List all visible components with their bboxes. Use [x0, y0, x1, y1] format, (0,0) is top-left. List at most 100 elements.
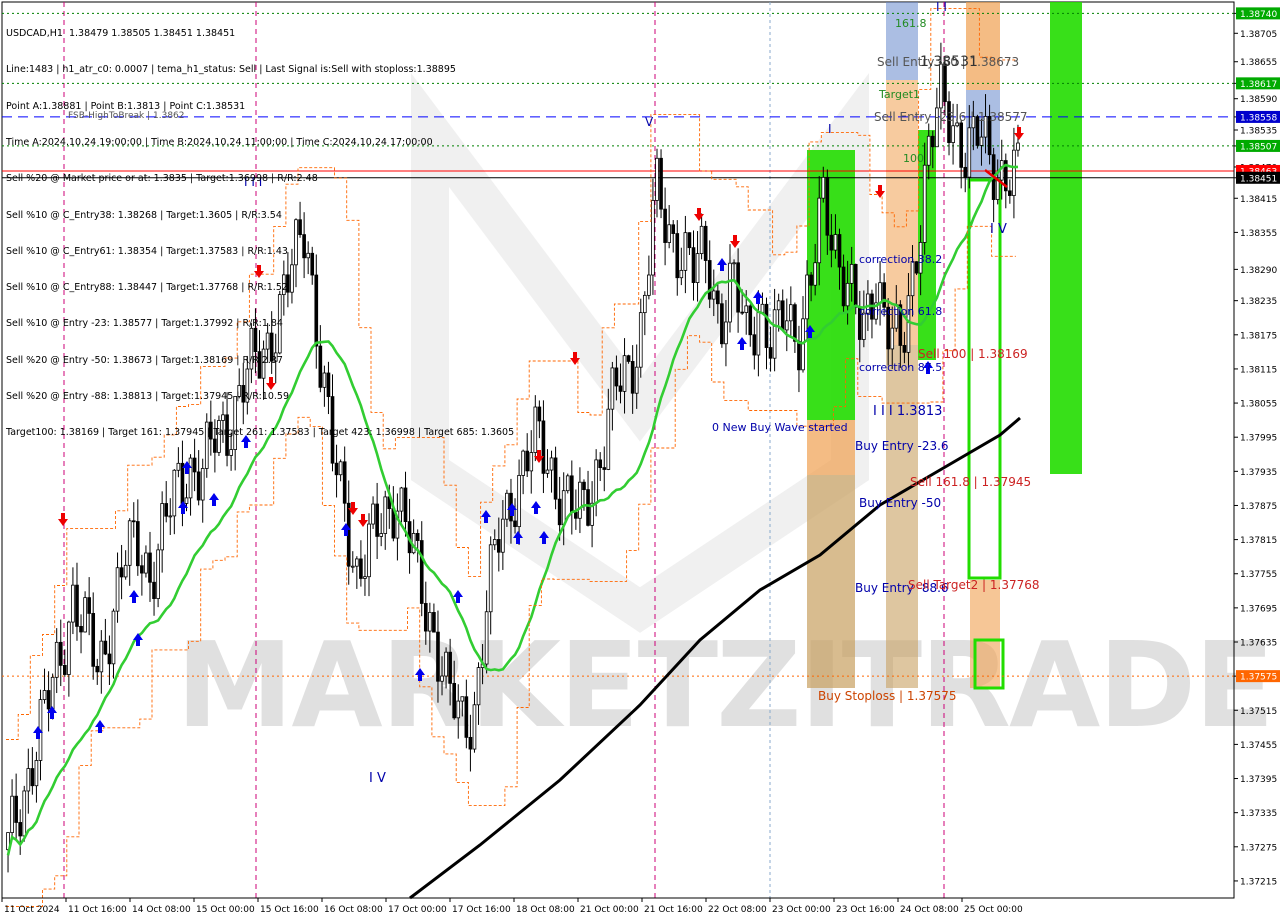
candle-body — [363, 576, 367, 579]
candle-body — [468, 736, 473, 750]
candle-body — [10, 795, 14, 833]
y-tick-label: 1.38655 — [1240, 58, 1277, 68]
annotation-label: Sell 161.8 | 1.37945 — [910, 475, 1031, 489]
candle-body — [127, 520, 132, 566]
annotation-label: Sell 100 | 1.38169 — [918, 347, 1028, 361]
candle-body — [687, 232, 692, 249]
candle-body — [602, 467, 607, 470]
candle-body — [772, 309, 777, 359]
candle-body — [419, 540, 424, 604]
candle-body — [91, 613, 96, 667]
candle-body — [833, 234, 838, 251]
candle-body — [959, 122, 964, 168]
price-tag-label: 1.37575 — [1240, 673, 1277, 683]
zone-tan-2 — [886, 345, 918, 688]
info-line-entry38: Sell %10 @ C_Entry38: 1.38268 | Target:1… — [6, 209, 282, 221]
candle-body — [521, 450, 525, 476]
candle-body — [659, 157, 663, 210]
candle-body — [578, 481, 582, 519]
y-tick-label: 1.38175 — [1240, 331, 1277, 341]
candle-body — [484, 611, 489, 665]
candle-body — [87, 597, 91, 614]
candle-body — [711, 290, 716, 300]
candle-body — [545, 469, 550, 474]
info-line-points: Point A:1.38881 | Point B:1.3813 | Point… — [6, 100, 246, 112]
zone-green-3 — [1050, 2, 1082, 474]
candle-body — [764, 303, 769, 348]
candle-body — [200, 468, 205, 501]
candle-body — [464, 696, 469, 738]
annotation-label: I V — [369, 771, 386, 786]
candle-body — [156, 549, 160, 599]
candle-body — [675, 233, 680, 279]
candle-body — [643, 294, 647, 314]
x-tick-label: 23 Oct 00:00 — [772, 905, 831, 915]
candle-body — [440, 675, 444, 682]
candle-body — [415, 532, 420, 541]
info-line-status: Line:1483 | h1_atr_c0: 0.0007 | tema_h1_… — [6, 64, 456, 76]
candle-body — [922, 164, 927, 243]
candle-body — [910, 261, 915, 297]
candle-body — [655, 157, 659, 201]
candle-body — [825, 176, 830, 236]
candle-body — [180, 462, 185, 504]
x-axis: 11 Oct 2024 11 Oct 16:00 14 Oct 08:00 15 Oc… — [1, 897, 1234, 915]
x-tick-label: 21 Oct 16:00 — [644, 905, 703, 915]
price-tag-label: 1.38451 — [1240, 174, 1277, 184]
candle-body — [50, 676, 55, 710]
candle-body — [176, 462, 181, 471]
candle-body — [663, 208, 667, 243]
candle-body — [614, 367, 619, 387]
candle-body — [882, 282, 886, 308]
candle-body — [188, 457, 193, 499]
candle-body — [342, 461, 347, 504]
info-line-entry-88: Sell %20 @ Entry -88: 1.38813 | Target:1… — [6, 391, 290, 402]
candle-body — [123, 564, 128, 578]
candle-body — [34, 760, 39, 787]
candle-body — [853, 264, 858, 308]
candle-body — [350, 565, 355, 568]
y-tick-label: 1.37995 — [1240, 434, 1277, 444]
y-tick-label: 1.37455 — [1240, 741, 1277, 751]
candle-body — [598, 459, 603, 469]
y-axis: 1.38740 1.38705 1.38655 1.38617 1.38590 1.385… — [1233, 2, 1280, 898]
info-panel: USDCAD,H1 1.38479 1.38505 1.38451 1.3845… — [6, 4, 514, 464]
candle-body — [168, 515, 173, 518]
candle-body — [18, 822, 23, 837]
annotation-label: correction 38.2 — [859, 253, 942, 266]
candle-body — [780, 300, 785, 331]
candle-body — [671, 224, 676, 234]
watermark: MARKETZITRADE — [176, 616, 1273, 754]
x-tick-label: 25 Oct 00:00 — [964, 905, 1023, 915]
candle-body — [436, 631, 440, 682]
x-tick-label: 18 Oct 08:00 — [516, 905, 575, 915]
candle-body — [634, 366, 639, 394]
candle-body — [930, 135, 935, 148]
info-line-entry-50: Sell %20 @ Entry -50: 1.38673 | Target:1… — [6, 354, 283, 366]
candle-body — [525, 450, 530, 472]
candle-body — [71, 584, 75, 623]
annotation-label: correction 87.5 — [859, 361, 942, 374]
candle-body — [995, 179, 1000, 200]
candle-body — [618, 385, 623, 392]
candle-body — [529, 452, 534, 472]
annotation-label: 161.8 — [895, 17, 927, 30]
candle-body — [813, 262, 817, 286]
candle-body — [460, 696, 465, 702]
x-tick-label: 16 Oct 08:00 — [324, 905, 383, 915]
candle-body — [768, 347, 773, 359]
candle-body — [136, 521, 140, 567]
y-tick-label: 1.37395 — [1240, 775, 1277, 785]
x-tick-label: 22 Oct 08:00 — [708, 905, 767, 915]
candle-body — [496, 539, 501, 553]
annotation-label: Target1 — [878, 88, 920, 101]
candle-body — [626, 355, 631, 362]
annotation-label: 100 — [903, 152, 924, 165]
y-tick-label: 1.38590 — [1240, 95, 1277, 105]
candle-body — [821, 176, 826, 199]
candle-body — [878, 282, 882, 304]
candle-body — [756, 312, 761, 356]
y-tick-label: 1.37875 — [1240, 502, 1277, 512]
candle-body — [537, 406, 542, 422]
y-tick-label: 1.37695 — [1240, 604, 1277, 614]
